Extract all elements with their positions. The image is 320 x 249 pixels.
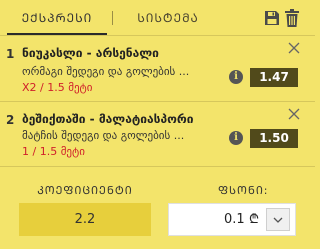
stake-value: 0.1 — [224, 212, 245, 227]
bet-slip-item: 2 ბეშიქთაში - მალატიასპორი მატჩის შედეგი… — [0, 106, 315, 164]
bet-pick: 1 / 1.5 მეტი — [22, 145, 85, 158]
chevron-down-icon — [273, 217, 283, 223]
bet-pick: X2 / 1.5 მეტი — [22, 81, 93, 94]
close-icon[interactable] — [288, 42, 300, 54]
info-icon[interactable]: i — [229, 70, 243, 84]
bet-market: ორმაგი შედეგი და გოლების ... — [22, 65, 190, 78]
coefficient-value: 2.2 — [19, 203, 151, 236]
bet-index: 2 — [6, 113, 15, 127]
bet-match-title: ნიუკასლი - არსენალი — [22, 46, 159, 60]
save-icon[interactable] — [264, 10, 280, 26]
trash-icon[interactable] — [285, 9, 299, 27]
stake-dropdown-button[interactable] — [266, 208, 290, 231]
bet-index: 1 — [6, 47, 15, 61]
bet-odds: 1.50 — [250, 129, 298, 148]
tab-separator — [112, 11, 113, 25]
tab-express[interactable]: ᲔᲥᲡᲞᲠᲔᲡᲘ — [7, 0, 107, 36]
currency-symbol: ₾ — [249, 212, 260, 227]
bet-slip-item: 1 ნიუკასლი - არსენალი ორმაგი შედეგი და გ… — [0, 40, 315, 98]
bet-summary: ᲙᲝᲔᲤᲘᲪᲘᲔᲜᲢᲘ ᲤᲡᲝᲜᲘ: 2.2 0.1 ₾ — [0, 166, 315, 249]
bet-odds: 1.47 — [250, 68, 298, 87]
coefficient-label: ᲙᲝᲔᲤᲘᲪᲘᲔᲜᲢᲘ — [37, 184, 133, 197]
bet-market: მატჩის შედეგი და გოლების ... — [22, 129, 185, 142]
bet-match-title: ბეშიქთაში - მალატიასპორი — [22, 112, 194, 126]
tab-bar: ᲔᲥᲡᲞᲠᲔᲡᲘ ᲡᲘᲡᲢᲔᲛᲐ — [0, 0, 315, 36]
stake-label: ᲤᲡᲝᲜᲘ: — [218, 184, 269, 197]
bet-divider — [0, 101, 315, 102]
close-icon[interactable] — [288, 108, 300, 120]
header-divider — [0, 35, 315, 36]
stake-input[interactable]: 0.1 ₾ — [168, 203, 296, 236]
tab-system[interactable]: ᲡᲘᲡᲢᲔᲛᲐ — [118, 0, 218, 36]
info-icon[interactable]: i — [229, 131, 243, 145]
